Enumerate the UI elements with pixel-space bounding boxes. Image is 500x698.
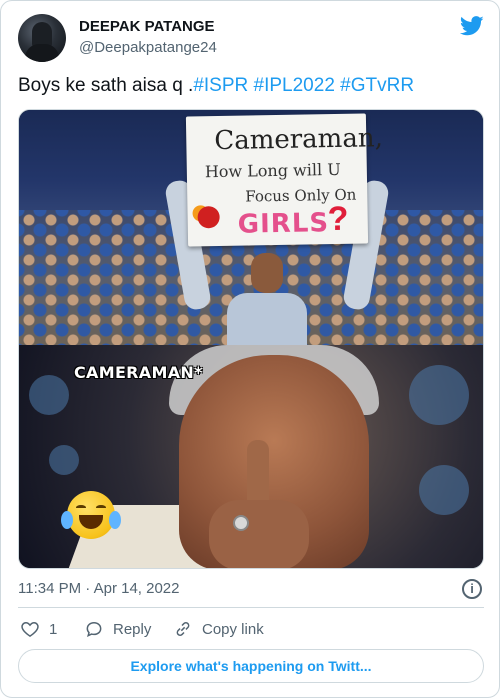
info-icon[interactable]: i: [462, 579, 482, 599]
tweet-actions: 1 Reply Copy link: [18, 619, 484, 641]
meme-caption: CAMERAMAN*: [74, 363, 203, 382]
tweet-header: DEEPAK PATANGE @Deepakpatange24: [18, 14, 484, 64]
cricket-ball-icon: [197, 206, 220, 229]
tweet-text: Boys ke sath aisa q .#ISPR #IPL2022 #GTv…: [18, 74, 414, 98]
link-icon: [176, 622, 190, 636]
reply-button[interactable]: Reply: [84, 619, 151, 639]
author-name[interactable]: DEEPAK PATANGE: [79, 18, 215, 35]
hashtag-ipl2022[interactable]: #IPL2022: [254, 75, 335, 96]
meme-bottom-panel: CAMERAMAN*: [19, 345, 483, 568]
reply-bubble-icon: [86, 621, 102, 638]
author-handle[interactable]: @Deepakpatange24: [79, 39, 217, 56]
placard-line-1: Cameraman,: [214, 123, 384, 157]
twitter-bird-icon[interactable]: [460, 16, 484, 36]
meme-top-panel: Cameraman, How Long will U Focus Only On…: [19, 110, 483, 345]
tweet-text-body: Boys ke sath aisa q .: [18, 75, 194, 96]
like-count: 1: [49, 620, 58, 638]
laughing-tears-emoji-icon: [61, 491, 121, 539]
placard: Cameraman, How Long will U Focus Only On…: [185, 113, 383, 247]
avatar[interactable]: [18, 14, 66, 62]
divider: [18, 607, 484, 608]
tweet-media-image[interactable]: Cameraman, How Long will U Focus Only On…: [18, 109, 484, 569]
copy-link-button[interactable]: Copy link: [173, 619, 264, 639]
placard-line-2: How Long will U: [204, 159, 341, 182]
fan-holding-placard: [227, 245, 307, 345]
hashtag-gtvrr[interactable]: #GTvRR: [340, 75, 414, 96]
placard-question-mark: ?: [327, 199, 349, 239]
copy-link-label: Copy link: [202, 620, 264, 638]
like-button[interactable]: 1: [20, 619, 57, 639]
hashtag-ispr[interactable]: #ISPR: [193, 75, 248, 96]
explore-button[interactable]: Explore what's happening on Twitt...: [18, 649, 484, 683]
reply-label: Reply: [113, 620, 152, 638]
tweet-card: DEEPAK PATANGE @Deepakpatange24 Boys ke …: [0, 0, 500, 698]
tweet-timestamp[interactable]: 11:34 PM · Apr 14, 2022: [18, 580, 180, 597]
heart-icon: [21, 621, 39, 637]
placard-line-4: GIRLS: [237, 208, 330, 240]
